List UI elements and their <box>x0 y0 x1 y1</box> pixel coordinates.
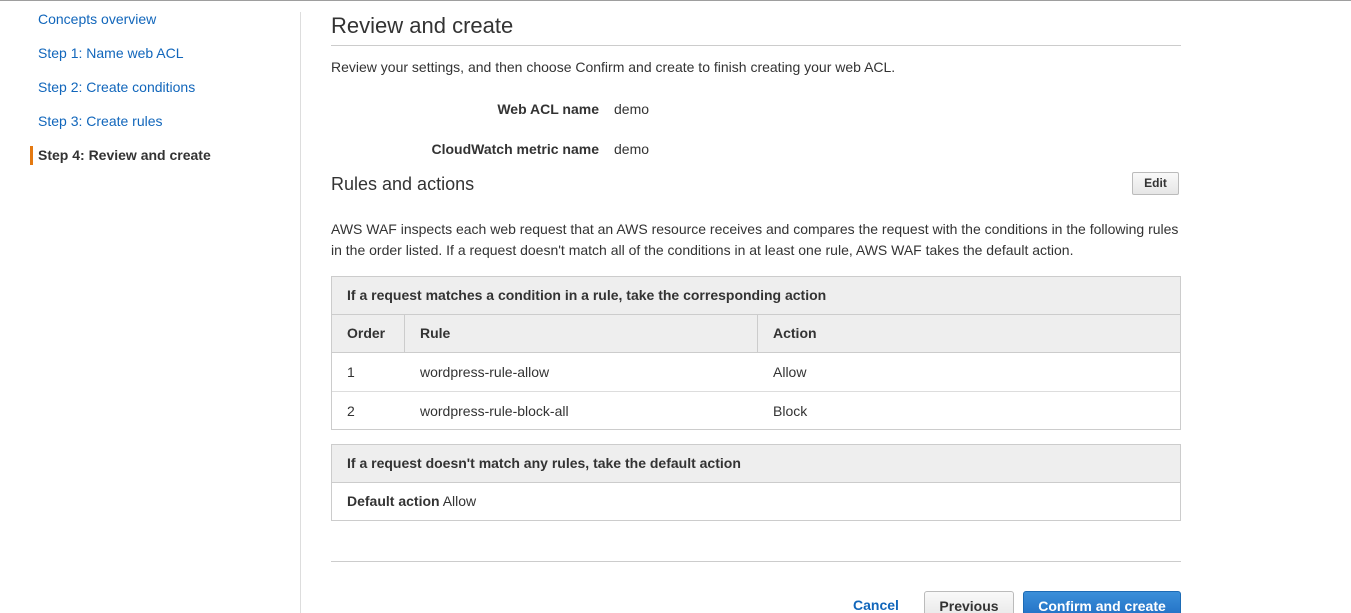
rules-table-header: Order Rule Action <box>332 315 1180 353</box>
table-row: 2 wordpress-rule-block-all Block <box>332 391 1180 429</box>
cloudwatch-metric-name-value: demo <box>614 141 650 157</box>
wizard-sidebar: Concepts overview Step 1: Name web ACL S… <box>0 0 300 613</box>
default-action-label: Default action <box>347 493 440 509</box>
page: Concepts overview Step 1: Name web ACL S… <box>0 0 1351 613</box>
confirm-and-create-button[interactable]: Confirm and create <box>1023 591 1181 613</box>
rule-action: Allow <box>773 364 807 380</box>
column-header-action: Action <box>757 315 1180 352</box>
rules-table: If a request matches a condition in a ru… <box>331 276 1181 430</box>
web-acl-name-label: Web ACL name <box>497 101 599 117</box>
default-action-table: If a request doesn't match any rules, ta… <box>331 444 1181 521</box>
rule-name: wordpress-rule-allow <box>420 364 550 380</box>
intro-text: Review your settings, and then choose Co… <box>331 59 896 75</box>
sidebar-item-concepts-overview[interactable]: Concepts overview <box>38 10 156 28</box>
rule-action: Block <box>773 403 808 419</box>
rules-table-caption: If a request matches a condition in a ru… <box>332 277 1180 315</box>
default-action-row: Default action Allow <box>332 483 1180 520</box>
column-header-rule: Rule <box>404 315 757 352</box>
web-acl-name-value: demo <box>614 101 650 117</box>
active-step-marker <box>30 146 33 165</box>
sidebar-divider <box>300 12 301 613</box>
sidebar-item-step-2[interactable]: Step 2: Create conditions <box>38 78 195 96</box>
default-action-caption: If a request doesn't match any rules, ta… <box>332 445 1180 483</box>
cloudwatch-metric-name-label: CloudWatch metric name <box>431 141 599 157</box>
sidebar-item-step-3[interactable]: Step 3: Create rules <box>38 112 163 130</box>
sidebar-item-step-1[interactable]: Step 1: Name web ACL <box>38 44 184 62</box>
title-divider <box>331 45 1181 46</box>
sidebar-item-step-4: Step 4: Review and create <box>38 147 211 163</box>
rules-description: AWS WAF inspects each web request that a… <box>331 221 1179 258</box>
footer-divider <box>331 561 1181 562</box>
rule-name: wordpress-rule-block-all <box>420 403 569 419</box>
rule-order: 1 <box>347 364 355 380</box>
rule-order: 2 <box>347 403 355 419</box>
column-header-order: Order <box>347 325 386 341</box>
rules-section-title: Rules and actions <box>331 174 475 194</box>
table-row: 1 wordpress-rule-allow Allow <box>332 353 1180 391</box>
previous-button[interactable]: Previous <box>924 591 1014 613</box>
edit-rules-button[interactable]: Edit <box>1132 172 1179 195</box>
cancel-button[interactable]: Cancel <box>853 597 899 613</box>
page-title: Review and create <box>331 13 514 38</box>
default-action-value: Allow <box>442 493 477 509</box>
